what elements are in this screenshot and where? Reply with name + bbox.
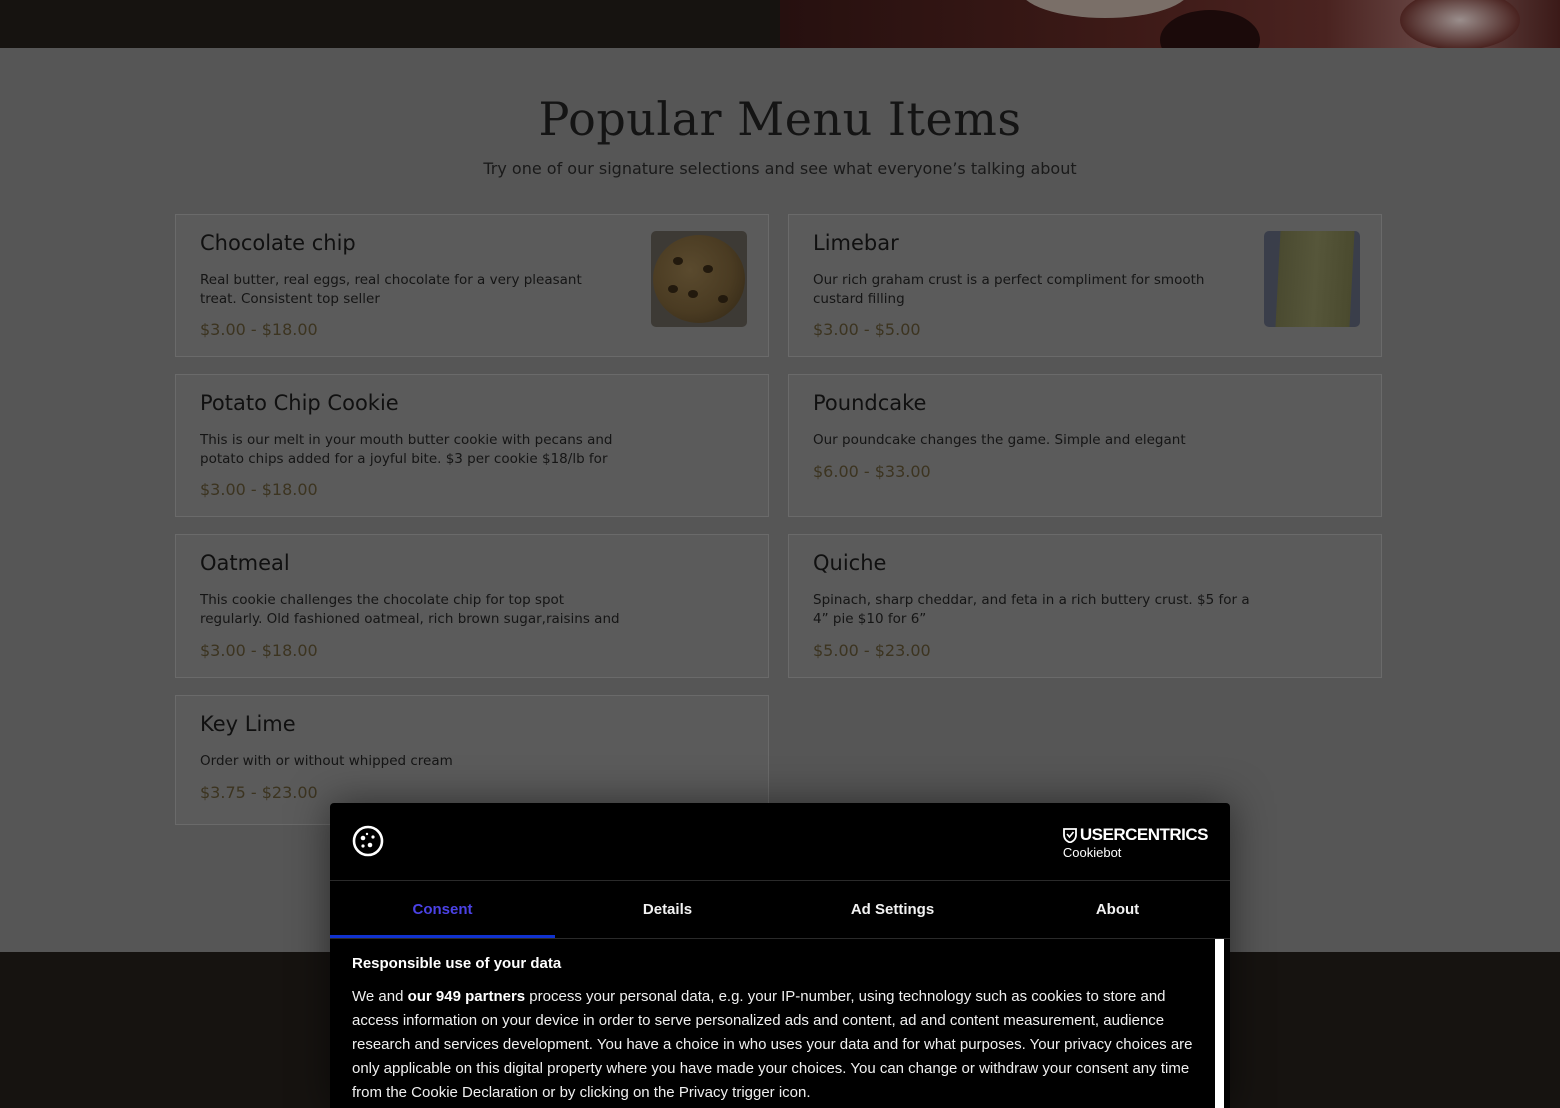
menu-item-name[interactable]: Chocolate chip [200, 231, 356, 255]
tab-consent[interactable]: Consent [330, 881, 555, 938]
brand-product: Cookiebot [1062, 845, 1122, 860]
menu-item-description: Real butter, real eggs, real chocolate f… [200, 272, 582, 307]
menu-item-price: $5.00 - $23.00 [813, 641, 931, 660]
menu-item-card[interactable]: Poundcake Our poundcake changes the game… [788, 374, 1382, 517]
section-title: Popular Menu Items [538, 92, 1022, 146]
cookie-dialog-tabs: Consent Details Ad Settings About [330, 881, 1230, 938]
consent-text-prefix: We and [352, 988, 408, 1005]
shield-icon [1062, 827, 1077, 843]
menu-item-name[interactable]: Potato Chip Cookie [200, 391, 399, 415]
tab-ad-settings[interactable]: Ad Settings [780, 881, 1005, 938]
menu-item-description: Our rich graham crust is a perfect compl… [813, 272, 1205, 307]
menu-item-name[interactable]: Poundcake [813, 391, 926, 415]
menu-item-description: This cookie challenges the chocolate chi… [200, 592, 620, 627]
menu-item-card[interactable]: Chocolate chip Real butter, real eggs, r… [175, 214, 769, 357]
consent-heading: Responsible use of your data [352, 955, 562, 972]
menu-item-card[interactable]: Potato Chip Cookie This is our melt in y… [175, 374, 769, 517]
tab-about[interactable]: About [1005, 881, 1230, 938]
consent-text: We and our 949 partners process your per… [352, 985, 1202, 1105]
scrollbar[interactable] [1215, 939, 1224, 1108]
menu-item-price: $3.75 - $23.00 [200, 783, 318, 802]
cookie-icon [352, 825, 384, 857]
limebar-image[interactable] [1264, 231, 1360, 327]
menu-item-description: Spinach, sharp cheddar, and feta in a ri… [813, 592, 1250, 627]
usercentrics-cookiebot-logo[interactable]: USERCENTRICS Cookiebot [1062, 825, 1209, 860]
menu-item-card[interactable]: Limebar Our rich graham crust is a perfe… [788, 214, 1382, 357]
menu-item-price: $3.00 - $18.00 [200, 641, 318, 660]
hero-photo [780, 0, 1560, 48]
menu-item-price: $3.00 - $5.00 [813, 320, 921, 339]
cookie-consent-dialog: USERCENTRICS Cookiebot Consent Details A… [330, 803, 1230, 1108]
menu-item-card[interactable]: Quiche Spinach, sharp cheddar, and feta … [788, 534, 1382, 678]
menu-item-name[interactable]: Quiche [813, 551, 886, 575]
partners-link[interactable]: our 949 partners [408, 988, 526, 1005]
brand-name: USERCENTRICS [1079, 825, 1209, 844]
menu-item-price: $6.00 - $33.00 [813, 462, 931, 481]
menu-item-name[interactable]: Key Lime [200, 712, 296, 736]
menu-item-card[interactable]: Oatmeal This cookie challenges the choco… [175, 534, 769, 678]
hero-image-strip [0, 0, 1560, 48]
menu-item-price: $3.00 - $18.00 [200, 320, 318, 339]
menu-item-description: This is our melt in your mouth butter co… [200, 432, 613, 467]
section-subtitle: Try one of our signature selections and … [483, 159, 1077, 178]
menu-item-description: Our poundcake changes the game. Simple a… [813, 432, 1186, 448]
chocolate-chip-cookie-image[interactable] [651, 231, 747, 327]
consent-body: Responsible use of your data We and our … [352, 955, 1202, 1105]
menu-item-price: $3.00 - $18.00 [200, 480, 318, 499]
menu-item-name[interactable]: Limebar [813, 231, 899, 255]
divider [330, 938, 1230, 939]
tab-details[interactable]: Details [555, 881, 780, 938]
menu-item-name[interactable]: Oatmeal [200, 551, 290, 575]
menu-item-description: Order with or without whipped cream [200, 753, 453, 769]
